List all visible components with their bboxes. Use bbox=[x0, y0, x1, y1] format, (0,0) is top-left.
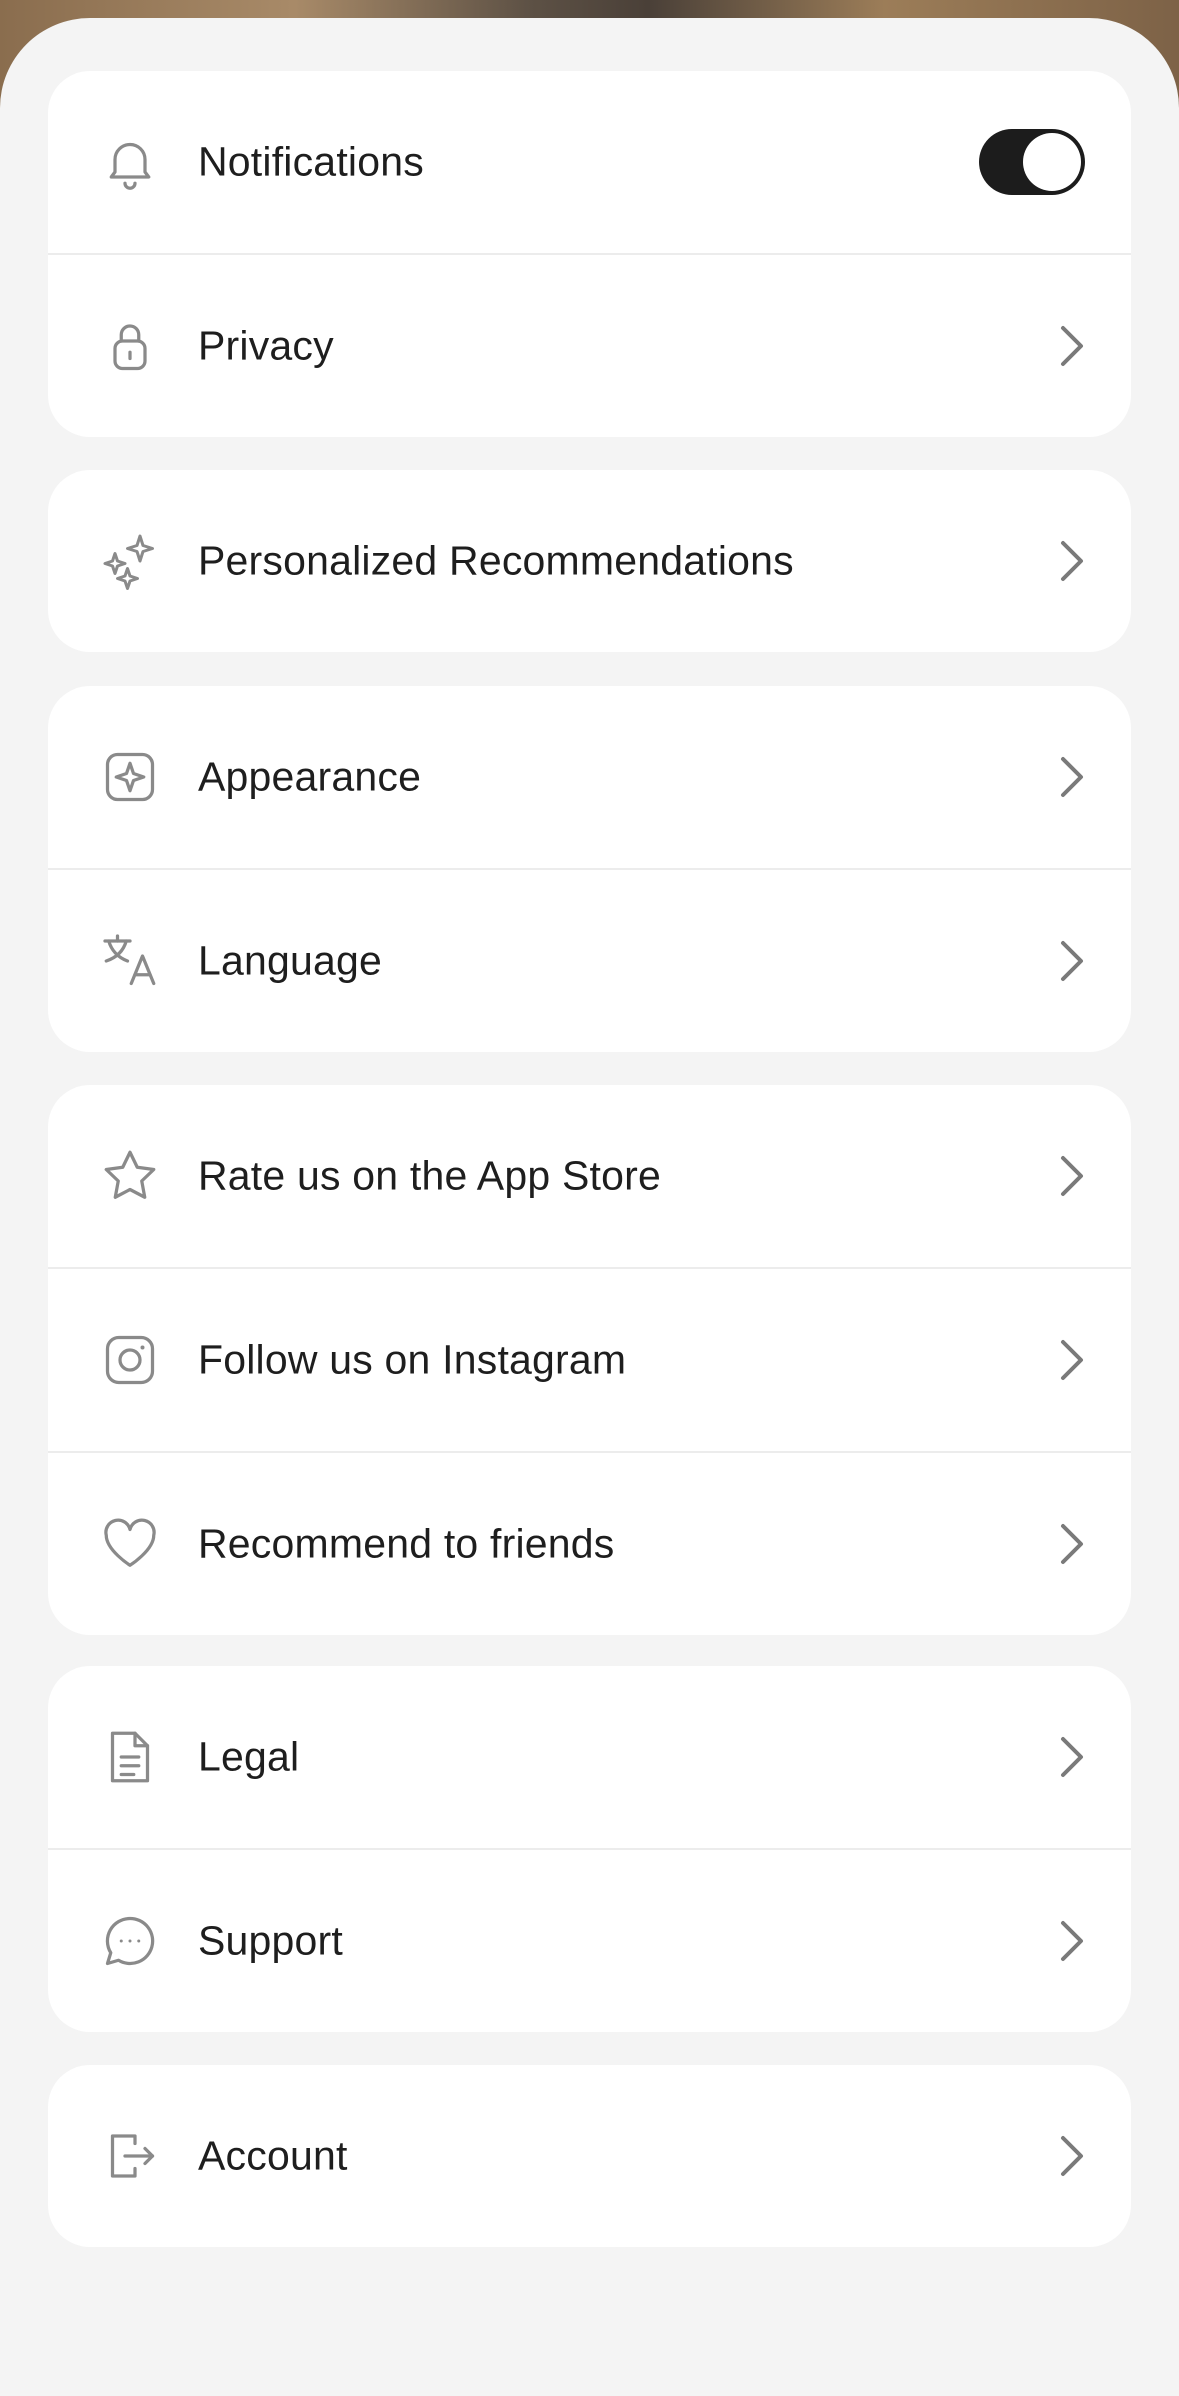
appearance-icon bbox=[100, 747, 160, 807]
star-icon bbox=[100, 1146, 160, 1206]
notifications-toggle[interactable] bbox=[979, 129, 1085, 195]
appearance-label: Appearance bbox=[198, 753, 422, 800]
instagram-icon bbox=[100, 1330, 160, 1390]
recommend-friends-label: Recommend to friends bbox=[198, 1520, 615, 1567]
chevron-right-icon bbox=[1061, 1921, 1083, 1961]
sparkles-icon bbox=[100, 531, 160, 591]
chevron-right-icon bbox=[1061, 2136, 1083, 2176]
personalized-recommendations-label: Personalized Recommendations bbox=[198, 537, 794, 584]
rate-app-label: Rate us on the App Store bbox=[198, 1152, 661, 1199]
settings-row-instagram[interactable]: Follow us on Instagram bbox=[48, 1267, 1131, 1451]
settings-row-account[interactable]: Account bbox=[48, 2065, 1131, 2247]
chevron-right-icon bbox=[1061, 326, 1083, 366]
support-label: Support bbox=[198, 1917, 344, 1964]
heart-icon bbox=[100, 1514, 160, 1574]
lock-icon bbox=[100, 316, 160, 376]
settings-row-recommend-friends[interactable]: Recommend to friends bbox=[48, 1451, 1131, 1635]
settings-group-display: Appearance Language bbox=[48, 686, 1131, 1052]
settings-sheet: Notifications Privacy Personalized Recom… bbox=[0, 18, 1179, 2396]
bell-icon bbox=[100, 132, 160, 192]
chat-icon bbox=[100, 1911, 160, 1971]
logout-icon bbox=[100, 2126, 160, 2186]
settings-row-appearance[interactable]: Appearance bbox=[48, 686, 1131, 868]
settings-group-general: Notifications Privacy bbox=[48, 71, 1131, 437]
settings-row-language[interactable]: Language bbox=[48, 868, 1131, 1052]
settings-row-rate-app[interactable]: Rate us on the App Store bbox=[48, 1085, 1131, 1267]
chevron-right-icon bbox=[1061, 757, 1083, 797]
chevron-right-icon bbox=[1061, 541, 1083, 581]
settings-row-personalized-recommendations[interactable]: Personalized Recommendations bbox=[48, 470, 1131, 652]
notifications-label: Notifications bbox=[198, 138, 424, 185]
legal-label: Legal bbox=[198, 1733, 300, 1780]
account-label: Account bbox=[198, 2132, 348, 2179]
settings-row-notifications[interactable]: Notifications bbox=[48, 71, 1131, 253]
chevron-right-icon bbox=[1061, 1340, 1083, 1380]
translate-icon bbox=[100, 931, 160, 991]
settings-row-privacy[interactable]: Privacy bbox=[48, 253, 1131, 437]
chevron-right-icon bbox=[1061, 1524, 1083, 1564]
instagram-label: Follow us on Instagram bbox=[198, 1336, 627, 1383]
privacy-label: Privacy bbox=[198, 322, 334, 369]
settings-group-help: Legal Support bbox=[48, 1666, 1131, 2032]
settings-group-social: Rate us on the App Store Follow us on In… bbox=[48, 1085, 1131, 1635]
toggle-knob bbox=[1023, 133, 1081, 191]
document-icon bbox=[100, 1727, 160, 1787]
language-label: Language bbox=[198, 937, 383, 984]
settings-group-account: Account bbox=[48, 2065, 1131, 2247]
chevron-right-icon bbox=[1061, 941, 1083, 981]
settings-group-recommendations: Personalized Recommendations bbox=[48, 470, 1131, 652]
settings-row-support[interactable]: Support bbox=[48, 1848, 1131, 2032]
settings-row-legal[interactable]: Legal bbox=[48, 1666, 1131, 1848]
chevron-right-icon bbox=[1061, 1737, 1083, 1777]
chevron-right-icon bbox=[1061, 1156, 1083, 1196]
